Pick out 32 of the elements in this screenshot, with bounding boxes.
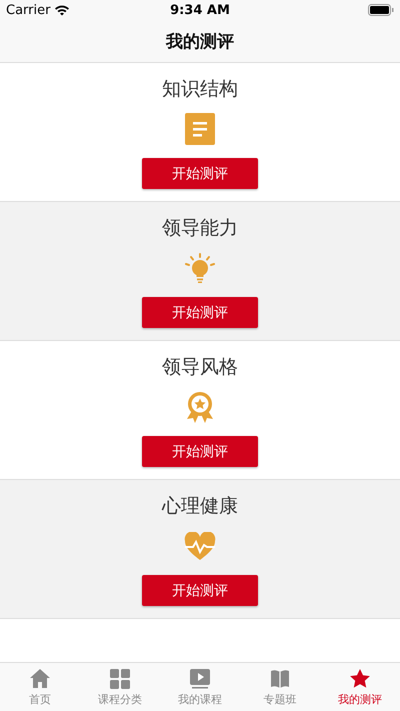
home-icon	[29, 668, 51, 690]
section-title: 知识结构	[162, 77, 238, 102]
tab-item[interactable]: 我的测评	[320, 663, 400, 711]
battery-icon	[368, 4, 394, 16]
document-icon	[185, 113, 215, 145]
status-time: 9:34 AM	[170, 2, 230, 18]
star-icon	[349, 668, 371, 690]
play-icon	[189, 668, 211, 690]
tab-item[interactable]: 我的课程	[160, 663, 240, 711]
start-button[interactable]: 开始测评	[142, 297, 258, 328]
light-bulb-icon	[185, 253, 215, 283]
start-button[interactable]: 开始测评	[142, 436, 258, 467]
heart-rate-icon	[184, 532, 216, 560]
page-title: 我的测评	[166, 30, 234, 52]
tab-item[interactable]: 专题班	[240, 663, 320, 711]
carrier-label: Carrier	[6, 2, 50, 18]
tab-label: 我的测评	[338, 692, 382, 706]
grid-icon	[109, 668, 131, 690]
section-title: 领导风格	[162, 355, 238, 380]
tab-item[interactable]: 课程分类	[80, 663, 160, 711]
book-icon	[269, 668, 291, 690]
tab-label: 课程分类	[98, 692, 142, 706]
tab-label: 我的课程	[178, 692, 222, 706]
section-title: 心理健康	[162, 494, 238, 519]
tab-item[interactable]: 首页	[0, 663, 80, 711]
tab-label: 首页	[29, 692, 51, 706]
section-title: 领导能力	[162, 216, 238, 241]
award-badge-icon	[185, 391, 215, 423]
tab-label: 专题班	[264, 692, 296, 706]
start-button[interactable]: 开始测评	[142, 575, 258, 606]
wifi-icon	[54, 4, 70, 16]
start-button[interactable]: 开始测评	[142, 158, 258, 189]
